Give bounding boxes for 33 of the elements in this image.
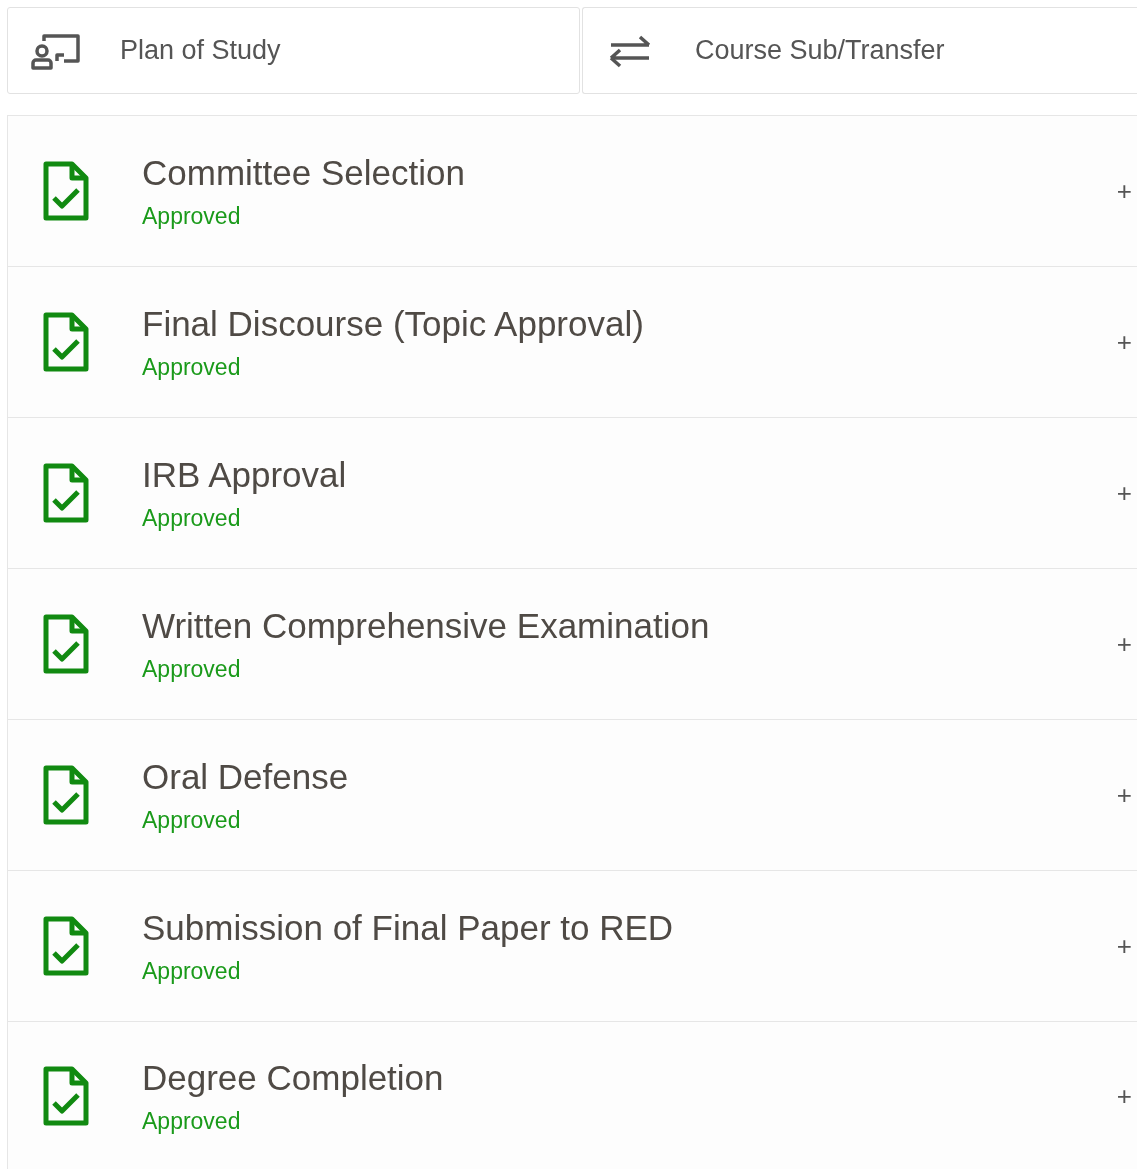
- tab-label: Plan of Study: [120, 35, 281, 66]
- step-row[interactable]: Submission of Final Paper to RED Approved +: [8, 871, 1137, 1022]
- expand-toggle[interactable]: +: [1116, 1080, 1132, 1112]
- step-row[interactable]: Committee Selection Approved +: [8, 116, 1137, 267]
- step-status: Approved: [142, 806, 242, 834]
- expand-toggle[interactable]: +: [1116, 326, 1132, 358]
- step-title: Final Discourse (Topic Approval): [142, 303, 645, 344]
- step-row[interactable]: Degree Completion Approved +: [8, 1022, 1137, 1169]
- expand-toggle[interactable]: +: [1116, 930, 1132, 962]
- step-status: Approved: [142, 353, 242, 381]
- step-row[interactable]: IRB Approval Approved +: [8, 418, 1137, 569]
- step-title: Committee Selection: [142, 152, 466, 193]
- tab[interactable]: Plan of Study: [7, 7, 580, 94]
- step-title: IRB Approval: [142, 454, 348, 495]
- step-status: Approved: [142, 957, 242, 985]
- step-row[interactable]: Final Discourse (Topic Approval) Approved +: [8, 267, 1137, 418]
- tab[interactable]: Course Sub/Transfer: [582, 7, 1137, 94]
- expand-toggle[interactable]: +: [1116, 779, 1132, 811]
- step-status: Approved: [142, 655, 242, 683]
- step-status: Approved: [142, 504, 242, 532]
- expand-toggle[interactable]: +: [1116, 477, 1132, 509]
- expand-toggle[interactable]: +: [1116, 175, 1132, 207]
- swap-arrows-icon: [609, 33, 653, 68]
- tab-label: Course Sub/Transfer: [695, 35, 945, 66]
- step-row[interactable]: Written Comprehensive Examination Approved +: [8, 569, 1137, 720]
- step-title: Submission of Final Paper to RED: [142, 907, 675, 948]
- step-status: Approved: [142, 202, 242, 230]
- step-title: Written Comprehensive Examination: [142, 605, 711, 646]
- step-row[interactable]: Oral Defense Approved +: [8, 720, 1137, 871]
- expand-toggle[interactable]: +: [1116, 628, 1132, 660]
- step-status: Approved: [142, 1107, 242, 1135]
- step-title: Degree Completion: [142, 1057, 445, 1098]
- step-title: Oral Defense: [142, 756, 350, 797]
